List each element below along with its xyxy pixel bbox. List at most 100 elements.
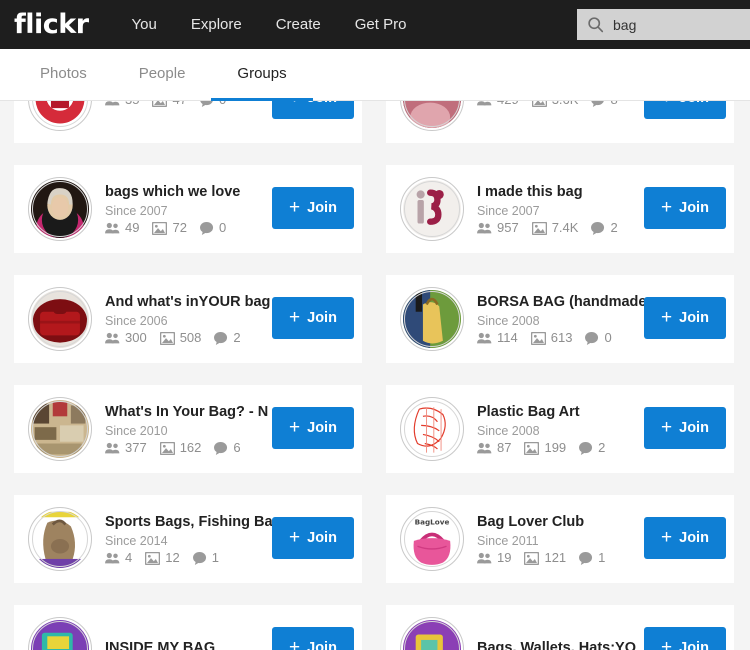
discussions-stat-value: 2	[598, 440, 606, 455]
group-result-card[interactable]: I made this bag Since 2007 957 7.4K 2 + Join	[386, 165, 734, 253]
group-avatar-ring[interactable]	[28, 177, 92, 241]
members-stat-value: 377	[125, 440, 147, 455]
group-avatar-ring[interactable]	[28, 101, 92, 131]
join-button[interactable]: + Join	[644, 297, 726, 339]
join-button[interactable]: + Join	[644, 517, 726, 559]
photos-stat: 121	[524, 551, 566, 565]
group-avatar-ring[interactable]	[28, 397, 92, 461]
discussions-stat: 2	[591, 221, 618, 235]
group-avatar-ring[interactable]	[400, 287, 464, 351]
people-icon	[105, 222, 125, 234]
nav-link-get-pro[interactable]: Get Pro	[338, 0, 424, 49]
group-avatar[interactable]	[403, 180, 461, 238]
photos-stat-value: 72	[172, 220, 187, 235]
join-button[interactable]: + Join	[272, 407, 354, 449]
join-button[interactable]: + Join	[272, 101, 354, 119]
join-button-label: Join	[307, 101, 337, 106]
join-button[interactable]: + Join	[272, 517, 354, 559]
group-avatar[interactable]	[31, 400, 89, 458]
plus-icon: +	[661, 526, 673, 548]
group-avatar[interactable]	[31, 620, 89, 650]
group-avatar[interactable]	[403, 101, 461, 128]
group-avatar-ring[interactable]	[28, 617, 92, 650]
join-button[interactable]: + Join	[644, 187, 726, 229]
svg-text:BagLove: BagLove	[415, 518, 450, 527]
group-result-card[interactable]: And what's inYOUR bag Since 2006 300 508 2 + J…	[14, 275, 362, 363]
photo-icon	[530, 331, 551, 345]
photos-stat-value: 3.6K	[552, 101, 579, 107]
join-button[interactable]: + Join	[272, 627, 354, 650]
plus-icon: +	[661, 306, 673, 328]
group-result-card[interactable]: Bags, Wallets, Hats:YO + Join	[386, 605, 734, 650]
group-avatar-ring[interactable]: BagLove	[400, 507, 464, 571]
group-result-card[interactable]: bags which we love Since 2007 49 72 0 + Join	[14, 165, 362, 253]
comment-icon	[200, 101, 219, 107]
group-avatar-ring[interactable]	[400, 617, 464, 650]
group-avatar-ring[interactable]	[400, 397, 464, 461]
photos-stat: 7.4K	[531, 221, 578, 235]
top-navigation-bar: flickr You Explore Create Get Pro	[0, 0, 750, 49]
comment-icon	[579, 441, 598, 455]
group-result-card[interactable]: Plastic Bag Art Since 2008 87 199 2 + Join	[386, 385, 734, 473]
photo-icon	[524, 441, 544, 455]
tab-people[interactable]: People	[113, 49, 212, 101]
members-stat: 49	[105, 221, 139, 235]
group-avatar-ring[interactable]	[28, 287, 92, 351]
photos-stat: 3.6K	[531, 101, 579, 107]
group-avatar[interactable]	[31, 101, 89, 128]
tab-groups-label: Groups	[237, 65, 287, 82]
group-avatar[interactable]	[403, 400, 461, 458]
comment-icon	[591, 221, 610, 235]
group-result-card[interactable]: What's In Your Bag? - N Since 2010 377 162 6…	[14, 385, 362, 473]
group-result-card[interactable]: BORSA BAG (handmade Since 2008 114 613 0 + Joi…	[386, 275, 734, 363]
group-result-card[interactable]: BagLove Bag Lover Club Since 2011 19 121 1 + J…	[386, 495, 734, 583]
discussions-stat: 1	[579, 551, 605, 565]
members-stat: 300	[105, 331, 147, 345]
group-avatar[interactable]	[403, 290, 461, 348]
join-button[interactable]: + Join	[272, 297, 354, 339]
nav-link-create[interactable]: Create	[259, 0, 338, 49]
comment-icon	[585, 331, 604, 345]
search-box[interactable]	[577, 9, 750, 40]
join-button[interactable]: + Join	[272, 187, 354, 229]
group-result-card[interactable]: 429 3.6K 8 + Join	[386, 101, 734, 143]
group-results-area: 35470+Join 4293.6K8+Join bags which we l…	[0, 101, 750, 650]
tab-photos[interactable]: Photos	[14, 49, 113, 101]
group-avatar-ring[interactable]	[400, 101, 464, 131]
people-icon	[477, 101, 497, 106]
photos-stat-value: 508	[179, 330, 202, 345]
join-button[interactable]: + Join	[644, 101, 726, 119]
group-avatar-ring[interactable]	[28, 507, 92, 571]
discussions-stat: 8	[591, 101, 618, 107]
nav-link-you[interactable]: You	[115, 0, 174, 49]
members-stat-value: 300	[125, 330, 147, 345]
join-button[interactable]: + Join	[644, 627, 726, 650]
search-result-tabs: Photos People Groups	[0, 49, 750, 101]
members-stat-value: 35	[125, 101, 139, 107]
plus-icon: +	[289, 526, 301, 548]
group-results-grid: 35470+Join 4293.6K8+Join bags which we l…	[0, 101, 750, 650]
group-avatar[interactable]	[403, 620, 461, 650]
join-button-label: Join	[679, 420, 709, 436]
join-button-label: Join	[679, 310, 709, 326]
discussions-stat: 0	[585, 331, 612, 345]
group-result-card[interactable]: 35 47 0 + Join	[14, 101, 362, 143]
nav-link-explore[interactable]: Explore	[174, 0, 259, 49]
flickr-logo[interactable]: flickr	[14, 11, 89, 38]
tab-groups[interactable]: Groups	[211, 49, 313, 101]
photos-stat: 508	[159, 330, 202, 345]
group-result-card[interactable]: INSIDE MY BAG + Join	[14, 605, 362, 650]
group-result-card[interactable]: Sports Bags, Fishing Ba Since 2014 4 12 1 + Jo…	[14, 495, 362, 583]
people-icon	[105, 552, 125, 564]
search-input[interactable]	[613, 16, 750, 33]
photo-icon	[145, 551, 165, 565]
people-icon	[105, 101, 125, 106]
group-avatar-ring[interactable]	[400, 177, 464, 241]
join-button[interactable]: + Join	[644, 407, 726, 449]
photos-stat-value: 199	[544, 440, 567, 455]
group-avatar[interactable]	[31, 290, 89, 348]
group-avatar[interactable]	[31, 180, 89, 238]
discussions-stat: 1	[192, 551, 219, 565]
group-avatar[interactable]: BagLove	[403, 510, 461, 568]
group-avatar[interactable]	[31, 510, 89, 568]
